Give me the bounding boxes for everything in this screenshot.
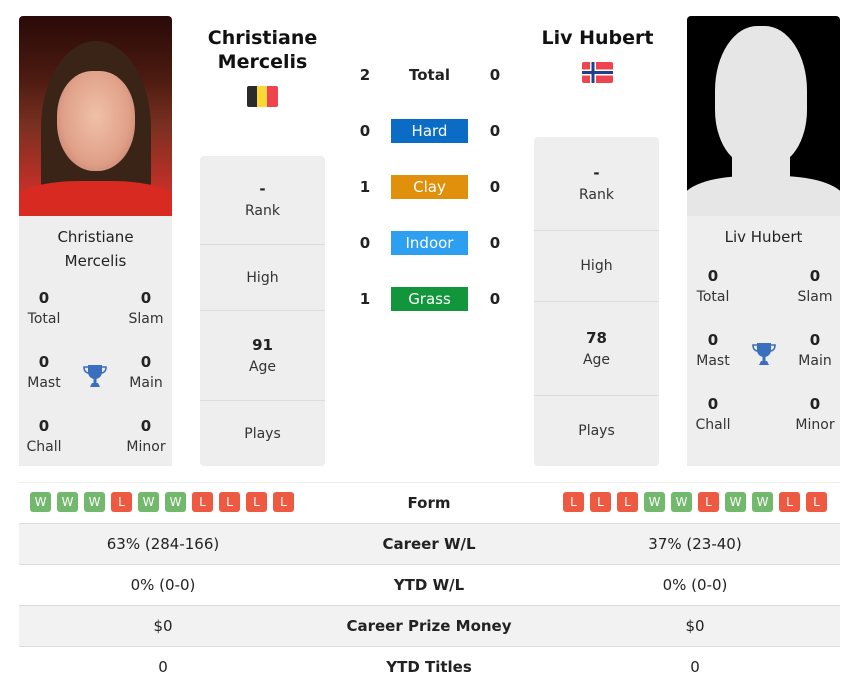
- player1-card-name[interactable]: Christiane Mercelis: [19, 216, 172, 273]
- form-win-badge[interactable]: W: [30, 492, 51, 512]
- h2h-grass-p1: 1: [359, 290, 371, 308]
- form-win-badge[interactable]: W: [644, 492, 665, 512]
- form-win-badge[interactable]: W: [57, 492, 78, 512]
- player1-high: High: [200, 245, 325, 311]
- player1-form: WWWLWWLLLL: [30, 492, 294, 512]
- player1-name-heading[interactable]: Christiane Mercelis: [195, 26, 330, 74]
- form-win-badge[interactable]: W: [138, 492, 159, 512]
- trophy-icon: [752, 341, 776, 367]
- h2h-hard-p1: 0: [359, 122, 371, 140]
- player1-titles-minor: 0 Minor: [126, 417, 166, 455]
- form-loss-badge[interactable]: L: [219, 492, 240, 512]
- surface-badge-clay[interactable]: Clay: [391, 175, 468, 199]
- form-loss-badge[interactable]: L: [192, 492, 213, 512]
- form-loss-badge[interactable]: L: [779, 492, 800, 512]
- player2-titles-mast: 0 Mast: [696, 331, 730, 369]
- form-loss-badge[interactable]: L: [617, 492, 638, 512]
- ytd-wl-label: YTD W/L: [393, 576, 465, 594]
- career-wl-label: Career W/L: [382, 535, 476, 553]
- form-loss-badge[interactable]: L: [806, 492, 827, 512]
- h2h-indoor-p2: 0: [489, 234, 501, 252]
- photo-shirt: [19, 181, 172, 216]
- player1-ytd-wl: 0% (0-0): [130, 576, 196, 594]
- form-loss-badge[interactable]: L: [111, 492, 132, 512]
- player2-age: 78 Age: [534, 302, 659, 396]
- player1-age: 91 Age: [200, 311, 325, 401]
- player2-high: High: [534, 231, 659, 302]
- player2-titles-chall: 0 Chall: [695, 395, 731, 433]
- form-win-badge[interactable]: W: [725, 492, 746, 512]
- form-win-badge[interactable]: W: [165, 492, 186, 512]
- player2-card-name[interactable]: Liv Hubert: [687, 216, 840, 249]
- player2-photo[interactable]: [687, 16, 840, 216]
- player1-titles-total: 0 Total: [27, 289, 61, 327]
- ytd-titles-row: 0 YTD Titles 0: [19, 646, 840, 687]
- form-row: WWWLWWLLLL Form LLLWWLWWLL: [19, 482, 840, 523]
- norway-flag-icon: [582, 62, 613, 83]
- ytd-wl-row: 0% (0-0) YTD W/L 0% (0-0): [19, 564, 840, 605]
- player2-ytd-wl: 0% (0-0): [662, 576, 728, 594]
- photo-face: [57, 71, 135, 171]
- belgium-flag-icon: [247, 86, 278, 107]
- h2h-clay-p1: 1: [359, 178, 371, 196]
- player1-card: Christiane Mercelis 0 Total 0 Slam 0 Mas…: [19, 216, 172, 466]
- form-label: Form: [407, 494, 451, 512]
- ytd-titles-label: YTD Titles: [386, 658, 472, 676]
- h2h-grass-p2: 0: [489, 290, 501, 308]
- h2h-hard-p2: 0: [489, 122, 501, 140]
- player2-info-card: - Rank High 78 Age Plays: [534, 137, 659, 466]
- form-loss-badge[interactable]: L: [698, 492, 719, 512]
- form-loss-badge[interactable]: L: [563, 492, 584, 512]
- player1-titles-main: 0 Main: [129, 353, 163, 391]
- player1-titles-mast: 0 Mast: [27, 353, 61, 391]
- prize-money-label: Career Prize Money: [346, 617, 512, 635]
- surface-badge-indoor[interactable]: Indoor: [391, 231, 468, 255]
- player1-titles-chall: 0 Chall: [26, 417, 62, 455]
- player2-titles-main: 0 Main: [798, 331, 832, 369]
- player1-ytd-titles: 0: [158, 658, 168, 676]
- h2h-total-label: Total: [409, 66, 450, 84]
- player2-card: Liv Hubert 0 Total 0 Slam 0 Mast 0 Main …: [687, 216, 840, 466]
- player2-name-heading[interactable]: Liv Hubert: [530, 26, 665, 50]
- player1-career-wl: 63% (284-166): [106, 535, 220, 553]
- player2-form: LLLWWLWWLL: [563, 492, 827, 512]
- form-loss-badge[interactable]: L: [273, 492, 294, 512]
- player2-titles-minor: 0 Minor: [795, 395, 835, 433]
- form-loss-badge[interactable]: L: [590, 492, 611, 512]
- career-wl-row: 63% (284-166) Career W/L 37% (23-40): [19, 523, 840, 564]
- player2-rank: - Rank: [534, 137, 659, 231]
- h2h-total-row: 2 Total 0: [350, 63, 510, 87]
- form-win-badge[interactable]: W: [752, 492, 773, 512]
- surface-badge-grass[interactable]: Grass: [391, 287, 468, 311]
- form-win-badge[interactable]: W: [671, 492, 692, 512]
- player1-info-card: - Rank High 91 Age Plays: [200, 156, 325, 466]
- player2-ytd-titles: 0: [690, 658, 700, 676]
- h2h-total-p1: 2: [359, 66, 371, 84]
- h2h-hard-row: 0 Hard 0: [350, 119, 510, 143]
- form-loss-badge[interactable]: L: [246, 492, 267, 512]
- prize-money-row: $0 Career Prize Money $0: [19, 605, 840, 646]
- silhouette-shoulders: [687, 176, 840, 216]
- h2h-grass-row: 1 Grass 0: [350, 287, 510, 311]
- player1-prize-money: $0: [153, 617, 173, 635]
- h2h-indoor-p1: 0: [359, 234, 371, 252]
- player2-plays: Plays: [578, 423, 615, 439]
- player1-rank: - Rank: [200, 156, 325, 245]
- h2h-clay-p2: 0: [489, 178, 501, 196]
- player2-titles-slam: 0 Slam: [797, 267, 833, 305]
- h2h-clay-row: 1 Clay 0: [350, 175, 510, 199]
- player1-plays: Plays: [244, 425, 281, 442]
- surface-badge-hard[interactable]: Hard: [391, 119, 468, 143]
- player2-prize-money: $0: [685, 617, 705, 635]
- h2h-indoor-row: 0 Indoor 0: [350, 231, 510, 255]
- player2-career-wl: 37% (23-40): [648, 535, 742, 553]
- player1-titles-slam: 0 Slam: [128, 289, 164, 327]
- trophy-icon: [83, 363, 107, 389]
- player1-photo[interactable]: [19, 16, 172, 216]
- form-win-badge[interactable]: W: [84, 492, 105, 512]
- player2-titles-total: 0 Total: [696, 267, 730, 305]
- h2h-total-p2: 0: [489, 66, 501, 84]
